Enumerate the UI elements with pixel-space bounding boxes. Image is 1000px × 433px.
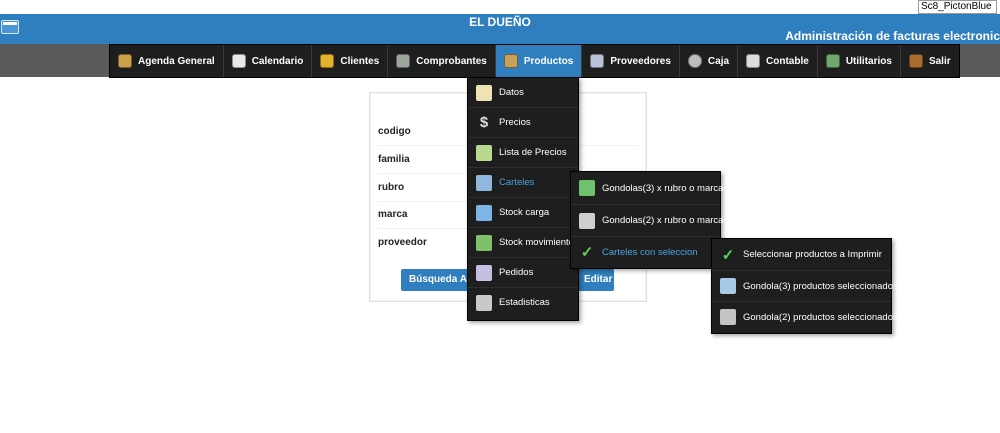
monitor-icon [825, 54, 840, 68]
nav-label: Productos [523, 55, 574, 67]
menu-label: Stock carga [499, 207, 550, 218]
nav-band: Agenda General Calendario Clientes Compr… [0, 44, 1000, 78]
checked-box-icon [720, 278, 736, 294]
printer-icon [720, 309, 736, 325]
menu-label: Carteles con seleccion [602, 246, 698, 258]
menu-item-gondolas-2[interactable]: Gondolas(2) x rubro o marca [571, 205, 724, 237]
printer-icon [746, 54, 761, 68]
nav-label: Proveedores [610, 55, 671, 67]
nav-caja[interactable]: Caja [680, 45, 739, 77]
nav-label: Calendario [251, 55, 304, 67]
exit-door-icon [908, 54, 923, 68]
menu-item-pedidos[interactable]: Pedidos [468, 258, 578, 288]
nav-label: Comprobantes [416, 55, 487, 67]
menu-item-gondola2-seleccionados[interactable]: Gondola(2) productos seleccionados [712, 302, 898, 332]
nav-label: Contable [766, 55, 809, 67]
app-title: EL DUEÑO [469, 15, 531, 29]
menu-label: Gondola(2) productos seleccionados [743, 311, 898, 323]
coin-icon [687, 54, 702, 68]
nav-comprobantes[interactable]: Comprobantes [388, 45, 496, 77]
carteles-submenu: Gondolas(3) x rubro o marca Gondolas(2) … [570, 171, 724, 269]
theme-selector[interactable]: Sc8_PictonBlue [918, 0, 997, 14]
menu-label: Pedidos [499, 267, 534, 278]
menu-label: Precios [499, 117, 531, 128]
nav-label: Utilitarios [845, 55, 892, 67]
productos-menu: Datos $ Precios Lista de Precios Cartele… [467, 77, 579, 321]
nav-clientes[interactable]: Clientes [312, 45, 389, 77]
nav-calendario[interactable]: Calendario [224, 45, 313, 77]
app-header: EL DUEÑO Administración de facturas elec… [0, 14, 1000, 44]
menu-label: Lista de Precios [499, 147, 567, 158]
refresh-icon [476, 234, 492, 251]
menu-label: Estadisticas [499, 297, 550, 308]
nav-label: Agenda General [138, 55, 215, 67]
grid-icon [476, 204, 492, 221]
checkmark-icon: ✓ [721, 246, 735, 264]
dollar-icon: $ [479, 113, 489, 131]
cube-icon [579, 180, 595, 196]
menu-label: Datos [499, 87, 524, 98]
app-subtitle: Administración de facturas electronic [785, 29, 1000, 43]
menu-item-gondola3-seleccionados[interactable]: Gondola(3) productos seleccionados [712, 271, 898, 302]
users-icon [320, 54, 335, 68]
nav-salir[interactable]: Salir [901, 45, 959, 77]
menu-item-lista-precios[interactable]: Lista de Precios [468, 138, 578, 168]
menu-label: Gondolas(3) x rubro o marca [602, 182, 724, 194]
menu-item-precios[interactable]: $ Precios [468, 108, 578, 138]
menu-label: Carteles [499, 177, 535, 188]
menu-item-gondolas-3[interactable]: Gondolas(3) x rubro o marca [571, 172, 724, 205]
menu-label: Stock movimientos [499, 237, 579, 248]
edit-button[interactable]: Editar [576, 269, 614, 291]
menu-item-stock-carga[interactable]: Stock carga [468, 198, 578, 228]
nav-contable[interactable]: Contable [738, 45, 818, 77]
inbox-icon [476, 264, 492, 281]
menu-item-carteles[interactable]: Carteles › [468, 168, 578, 198]
calendar-icon [231, 54, 246, 68]
chart-icon [476, 294, 492, 311]
document-icon [476, 84, 492, 101]
menu-item-seleccionar-productos[interactable]: ✓ Seleccionar productos a Imprimir [712, 239, 891, 271]
menu-label: Seleccionar productos a Imprimir [743, 249, 882, 260]
seleccion-submenu: ✓ Seleccionar productos a Imprimir Gondo… [711, 238, 898, 334]
supplier-icon [590, 54, 605, 68]
print-icon [476, 174, 492, 191]
main-nav: Agenda General Calendario Clientes Compr… [109, 44, 960, 78]
list-icon [476, 144, 492, 161]
top-strip: Sc8_PictonBlue [0, 0, 1000, 14]
menu-item-estadisticas[interactable]: Estadisticas [468, 288, 578, 317]
nav-label: Clientes [340, 55, 380, 67]
menu-item-carteles-seleccion[interactable]: ✓ Carteles con seleccion › [571, 237, 720, 267]
menu-label: Gondolas(2) x rubro o marca [602, 215, 724, 226]
menu-item-datos[interactable]: Datos [468, 78, 578, 108]
menu-item-stock-movimientos[interactable]: Stock movimientos [468, 228, 579, 258]
nav-agenda-general[interactable]: Agenda General [110, 45, 224, 77]
nav-utilitarios[interactable]: Utilitarios [818, 45, 901, 77]
menu-label: Gondola(3) productos seleccionados [743, 280, 898, 292]
nav-proveedores[interactable]: Proveedores [582, 45, 680, 77]
tools-icon [503, 54, 518, 68]
nav-label: Caja [707, 55, 730, 67]
nav-productos[interactable]: Productos [495, 45, 583, 77]
cash-register-icon [396, 54, 411, 68]
checkmark-icon: ✓ [580, 244, 594, 261]
printer-icon [579, 212, 595, 229]
nav-label: Salir [928, 55, 951, 67]
book-icon [118, 54, 132, 68]
